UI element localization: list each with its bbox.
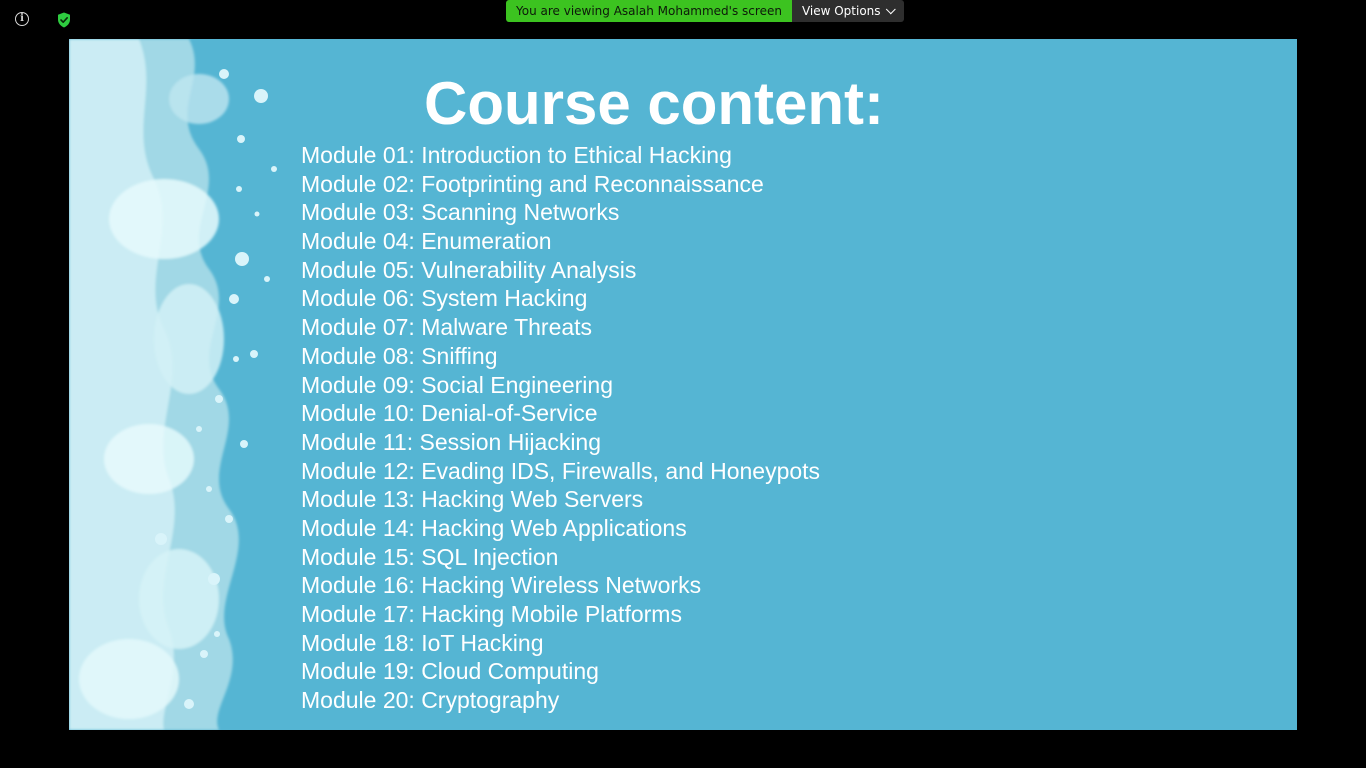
screen-share-banner: You are viewing Asalah Mohammed's screen…	[506, 0, 904, 22]
list-item: Module 16: Hacking Wireless Networks	[301, 572, 702, 599]
list-item: Module 14: Hacking Web Applications	[301, 514, 687, 541]
list-item: Module 08: Sniffing	[301, 342, 498, 369]
list-item: Module 12: Evading IDS, Firewalls, and H…	[301, 457, 821, 484]
viewing-status-label: You are viewing Asalah Mohammed's screen	[506, 0, 792, 22]
list-item: Module 17: Hacking Mobile Platforms	[301, 601, 682, 627]
paint-splash-decoration	[69, 39, 277, 730]
list-item: Module 06: System Hacking	[301, 285, 588, 312]
view-options-button[interactable]: View Options	[791, 0, 904, 22]
list-item: Module 02: Footprinting and Reconnaissan…	[301, 170, 764, 197]
list-item: Module 15: SQL Injection	[301, 543, 559, 570]
module-list: Module 01: Introduction to Ethical Hacki…	[301, 141, 820, 715]
list-item: Module 20: Cryptography	[301, 687, 560, 714]
info-icon[interactable]: i	[15, 12, 29, 26]
view-options-label: View Options	[801, 4, 881, 18]
list-item: Module 18: IoT Hacking	[301, 629, 544, 656]
shared-slide: Course content: Module 01: Introduction …	[69, 39, 1297, 730]
list-item: Module 09: Social Engineering	[301, 371, 613, 398]
list-item: Module 07: Malware Threats	[301, 314, 593, 341]
list-item: Module 04: Enumeration	[301, 228, 552, 255]
list-item: Module 01: Introduction to Ethical Hacki…	[301, 142, 732, 168]
shield-check-icon[interactable]	[57, 12, 71, 28]
slide-title: Course content:	[424, 70, 885, 137]
list-item: Module 13: Hacking Web Servers	[301, 486, 644, 513]
list-item: Module 11: Session Hijacking	[301, 428, 602, 455]
list-item: Module 03: Scanning Networks	[301, 199, 620, 226]
screen-share-window: i You are viewing Asalah Mohammed's scre…	[0, 0, 1366, 768]
list-item: Module 10: Denial-of-Service	[301, 400, 598, 427]
list-item: Module 05: Vulnerability Analysis	[301, 256, 637, 283]
chevron-down-icon	[885, 3, 896, 14]
list-item: Module 19: Cloud Computing	[301, 658, 599, 685]
